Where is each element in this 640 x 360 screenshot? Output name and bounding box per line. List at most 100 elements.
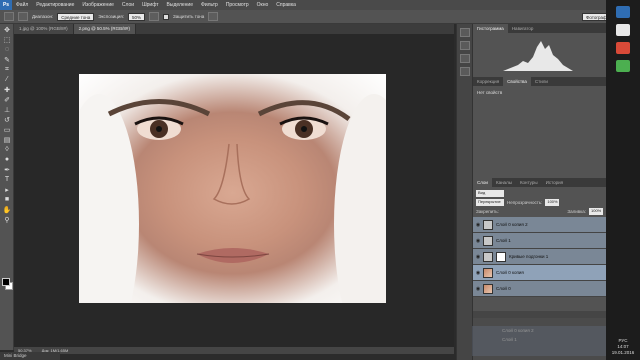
tab-channels[interactable]: Каналы — [492, 178, 516, 187]
ghost-layer-name: Слой 1 — [502, 337, 517, 342]
layer-row[interactable]: ◉ Слой 0 копия — [473, 265, 606, 281]
gradient-tool-icon[interactable]: ▤ — [2, 135, 12, 144]
system-tray: РУС 14:07 19.01.2016 — [608, 338, 638, 356]
mini-bridge-tab[interactable]: Mini Bridge — [0, 352, 60, 360]
protect-tones-checkbox[interactable] — [163, 13, 170, 20]
character-panel-icon[interactable] — [460, 67, 470, 76]
photoshop-logo: Ps — [0, 0, 12, 10]
dodge-tool-icon[interactable]: ● — [2, 155, 12, 164]
foreground-color-swatch[interactable] — [2, 278, 10, 286]
opacity-input[interactable]: 100% — [545, 199, 560, 206]
tab-histogram[interactable]: Гистограмма — [473, 24, 508, 33]
windows-taskbar: РУС 14:07 19.01.2016 — [606, 0, 640, 360]
brush-panel-icon[interactable] — [460, 54, 470, 63]
layer-name: Слой 0 — [496, 286, 511, 291]
photoshop-task-icon[interactable] — [616, 6, 630, 18]
lock-label: Закрепить: — [476, 209, 499, 214]
properties-panel: Нет свойств — [473, 86, 606, 178]
layer-name: Слой 1 — [496, 238, 511, 243]
quick-select-tool-icon[interactable]: ✎ — [2, 55, 12, 64]
menu-help[interactable]: Справка — [272, 2, 300, 8]
layers-controls: Вид Перекрытие Непрозрачность: 100% Закр… — [473, 187, 606, 217]
menu-edit[interactable]: Редактирование — [32, 2, 78, 8]
healing-tool-icon[interactable]: ✚ — [2, 85, 12, 94]
fill-input[interactable]: 100% — [589, 208, 603, 215]
range-select[interactable]: Средние тона — [57, 12, 95, 21]
no-properties-text: Нет свойств — [477, 90, 503, 95]
tab-adjustments[interactable]: Коррекция — [473, 77, 503, 86]
brush-preset-icon[interactable] — [18, 12, 28, 21]
visibility-eye-icon[interactable]: ◉ — [473, 222, 483, 228]
tab-paths[interactable]: Контуры — [516, 178, 542, 187]
right-panels: Гистограмма Навигатор Коррекция Свойства… — [472, 24, 606, 360]
toolbox: ✥ ⬚ ◌ ✎ ⌗ ⁄ ✚ ✐ ⊥ ↺ ▭ ▤ ◊ ● ✒ T ▸ ■ ✋ ⚲ — [0, 24, 14, 350]
tab-document-2[interactable]: 2.png @ 50.5% (RGB/8#) — [73, 24, 136, 34]
tab-layers[interactable]: Слои — [473, 178, 492, 187]
tab-navigator[interactable]: Навигатор — [508, 24, 538, 33]
menu-select[interactable]: Выделение — [163, 2, 198, 8]
eraser-tool-icon[interactable]: ▭ — [2, 125, 12, 134]
canvas-area[interactable] — [14, 34, 454, 347]
layer-filter-select[interactable]: Вид — [476, 190, 504, 197]
exposure-input[interactable]: 50% — [128, 12, 146, 21]
pressure-icon[interactable] — [208, 12, 219, 21]
lasso-tool-icon[interactable]: ◌ — [2, 45, 12, 54]
menu-filter[interactable]: Фильтр — [197, 2, 222, 8]
layer-row[interactable]: ◉ Слой 1 — [473, 233, 606, 249]
visibility-eye-icon[interactable]: ◉ — [473, 270, 483, 276]
exposure-label: Экспозиция: — [98, 14, 125, 19]
protect-tones-label: Защитить тона — [173, 14, 205, 19]
path-select-tool-icon[interactable]: ▸ — [2, 185, 12, 194]
menu-type[interactable]: Шрифт — [138, 2, 162, 8]
hand-tool-icon[interactable]: ✋ — [2, 205, 12, 214]
portrait-drawing — [79, 94, 386, 303]
visibility-eye-icon[interactable]: ◉ — [473, 238, 483, 244]
menu-image[interactable]: Изображение — [78, 2, 118, 8]
move-tool-icon[interactable]: ✥ — [2, 25, 12, 34]
tool-preset-icon[interactable] — [4, 12, 14, 21]
range-label: Диапазон: — [32, 14, 54, 19]
blur-tool-icon[interactable]: ◊ — [2, 145, 12, 154]
clock-date[interactable]: 19.01.2016 — [608, 350, 638, 356]
chrome-task-icon[interactable] — [616, 60, 630, 72]
blend-mode-select[interactable]: Перекрытие — [476, 199, 504, 206]
layer-row[interactable]: ◉ Слой 0 — [473, 281, 606, 297]
tab-history[interactable]: История — [542, 178, 567, 187]
status-bar: 50.37% Док: 1M/1.65M — [14, 347, 454, 354]
layer-thumbnail — [483, 219, 493, 230]
menu-file[interactable]: Файл — [12, 2, 32, 8]
visibility-eye-icon[interactable]: ◉ — [473, 254, 483, 260]
brush-tool-icon[interactable]: ✐ — [2, 95, 12, 104]
tab-document-1[interactable]: 1.jpg @ 100% (RGB/8#) — [14, 24, 74, 34]
tab-properties[interactable]: Свойства — [503, 77, 531, 86]
layer-row[interactable]: ◉ Слой 0 копия 2 — [473, 217, 606, 233]
eyedropper-tool-icon[interactable]: ⁄ — [2, 75, 12, 84]
portrait-photo[interactable] — [79, 74, 386, 303]
explorer-task-icon[interactable] — [616, 24, 630, 36]
clone-stamp-tool-icon[interactable]: ⊥ — [2, 105, 12, 114]
pen-tool-icon[interactable]: ✒ — [2, 165, 12, 174]
layers-list: ◉ Слой 0 копия 2 ◉ Слой 1 ◉ Кривые подго… — [473, 217, 606, 311]
visibility-eye-icon[interactable]: ◉ — [473, 286, 483, 292]
tab-styles[interactable]: Стили — [531, 77, 552, 86]
dragging-layers-ghost: Слой 0 копия 2 Слой 1 — [472, 326, 606, 356]
zoom-tool-icon[interactable]: ⚲ — [2, 215, 12, 224]
curves-adjustment-icon — [483, 251, 493, 262]
layer-thumbnail — [483, 235, 493, 246]
layer-name: Слой 0 копия — [496, 270, 524, 275]
fill-label: Заливка: — [567, 209, 586, 214]
history-brush-tool-icon[interactable]: ↺ — [2, 115, 12, 124]
actions-panel-icon[interactable] — [460, 41, 470, 50]
type-tool-icon[interactable]: T — [2, 175, 12, 184]
layer-row[interactable]: ◉ Кривые подгонки 1 — [473, 249, 606, 265]
marquee-tool-icon[interactable]: ⬚ — [2, 35, 12, 44]
history-panel-icon[interactable] — [460, 28, 470, 37]
menu-view[interactable]: Просмотр — [222, 2, 253, 8]
airbrush-icon[interactable] — [149, 12, 160, 21]
layer-mask-thumbnail — [496, 251, 506, 262]
menu-window[interactable]: Окно — [253, 2, 273, 8]
shape-tool-icon[interactable]: ■ — [2, 195, 12, 204]
opera-task-icon[interactable] — [616, 42, 630, 54]
crop-tool-icon[interactable]: ⌗ — [2, 65, 12, 74]
menu-layers[interactable]: Слои — [118, 2, 138, 8]
